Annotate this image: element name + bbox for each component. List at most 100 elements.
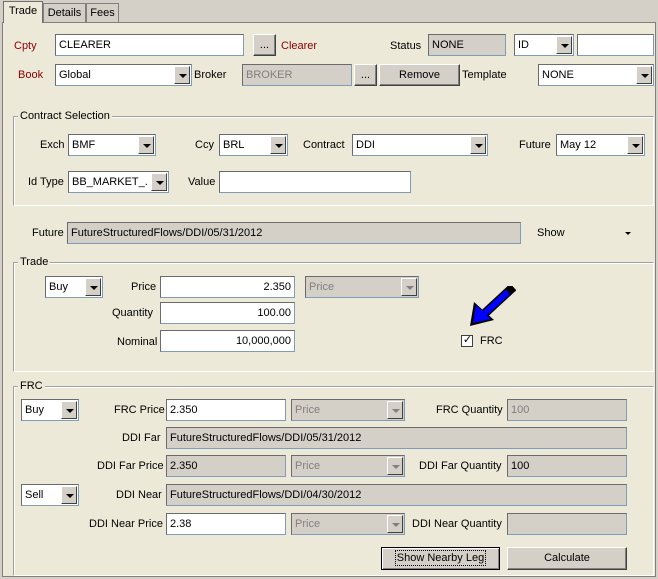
- chevron-down-icon: [85, 278, 101, 296]
- frc-checkbox[interactable]: ✓: [461, 334, 473, 347]
- contract-selection-title: Contract Selection: [18, 109, 112, 123]
- cpty-label: Cpty: [14, 40, 37, 52]
- tab-fees[interactable]: Fees: [86, 3, 119, 22]
- frc-quantity-label: FRC Quantity: [436, 404, 503, 416]
- broker-label: Broker: [194, 69, 227, 81]
- frc-price-label: FRC Price: [114, 404, 165, 416]
- chevron-down-icon: [151, 173, 167, 191]
- ddi-near-price-type-value: Price: [295, 518, 321, 530]
- contract-label: Contract: [303, 139, 345, 151]
- price-type-value: Price: [309, 281, 335, 293]
- future-select-label: Future: [519, 139, 551, 151]
- ddi-near-side-select[interactable]: Sell: [21, 484, 79, 506]
- chevron-down-icon: [387, 401, 403, 419]
- book-select[interactable]: Global: [55, 64, 192, 86]
- cpty-lookup-button[interactable]: ...: [253, 34, 276, 56]
- quantity-input[interactable]: 100.00: [160, 302, 295, 324]
- ddi-far-quantity-field: 100: [507, 455, 627, 477]
- market-id-type-select[interactable]: BB_MARKET_...: [68, 171, 169, 193]
- chevron-down-icon: [387, 457, 403, 475]
- tab-trade[interactable]: Trade: [3, 1, 43, 23]
- quantity-label: Quantity: [112, 307, 153, 319]
- nominal-input[interactable]: 10,000,000: [160, 330, 295, 352]
- trade-side-value: Buy: [49, 281, 68, 293]
- ddi-far-price-type-select[interactable]: Price: [291, 455, 405, 477]
- chevron-down-icon: [470, 136, 486, 154]
- template-select[interactable]: NONE: [538, 64, 654, 86]
- ddi-near-field: FutureStructuredFlows/DDI/04/30/2012: [166, 484, 627, 506]
- frc-price-input[interactable]: 2.350: [166, 399, 286, 421]
- nominal-label: Nominal: [117, 336, 158, 348]
- template-label: Template: [462, 69, 507, 81]
- ddi-near-price-input[interactable]: 2.38: [166, 513, 286, 535]
- chevron-down-icon: [627, 136, 643, 154]
- id-type-label: Id Type: [28, 176, 64, 188]
- future-value: May 12: [560, 139, 597, 151]
- ddi-near-price-label: DDI Near Price: [89, 518, 163, 530]
- ccy-select[interactable]: BRL: [219, 134, 288, 156]
- future-field: FutureStructuredFlows/DDI/05/31/2012: [67, 222, 521, 244]
- price-input[interactable]: 2.350: [160, 276, 295, 298]
- future-label: Future: [32, 227, 64, 239]
- tab-details[interactable]: Details: [43, 3, 86, 22]
- frc-side-value: Buy: [25, 404, 44, 416]
- market-id-type-value: BB_MARKET_...: [72, 176, 148, 188]
- book-label: Book: [18, 69, 44, 81]
- frc-price-type-value: Price: [295, 404, 321, 416]
- ccy-value: BRL: [223, 139, 245, 151]
- frc-quantity-field: 100: [507, 399, 627, 421]
- trade-title: Trade: [18, 255, 51, 269]
- show-nearby-leg-button[interactable]: Show Nearby Leg: [381, 547, 500, 570]
- ddi-far-quantity-label: DDI Far Quantity: [419, 460, 502, 472]
- id-type-select[interactable]: ID: [514, 34, 574, 56]
- id-input[interactable]: [577, 34, 654, 56]
- frc-price-type-select[interactable]: Price: [291, 399, 405, 421]
- chevron-down-icon: [401, 278, 417, 296]
- value-input[interactable]: [219, 171, 411, 193]
- exch-value: BMF: [72, 139, 96, 151]
- ddi-far-field: FutureStructuredFlows/DDI/05/31/2012: [166, 427, 627, 449]
- clearer-label: Clearer: [281, 40, 318, 52]
- chevron-down-icon: [138, 136, 154, 154]
- chevron-down-icon: [636, 66, 652, 84]
- ddi-far-price-field: 2.350: [166, 455, 286, 477]
- chevron-down-icon: [61, 486, 77, 504]
- contract-select[interactable]: DDI: [352, 134, 488, 156]
- trade-side-select[interactable]: Buy: [45, 276, 103, 298]
- cpty-input[interactable]: CLEARER: [55, 34, 244, 56]
- chevron-down-icon[interactable]: [625, 232, 631, 235]
- show-nearby-leg-label: Show Nearby Leg: [394, 550, 487, 566]
- ccy-label: Ccy: [195, 139, 214, 151]
- ddi-near-side-value: Sell: [25, 489, 44, 501]
- chevron-down-icon: [61, 401, 77, 419]
- check-icon: ✓: [462, 334, 473, 346]
- book-value: Global: [59, 69, 91, 81]
- frc-checkbox-label: FRC: [480, 335, 503, 347]
- annotation-arrow-icon: [470, 286, 516, 326]
- template-value: NONE: [542, 69, 574, 81]
- price-type-select[interactable]: Price: [305, 276, 419, 298]
- show-label[interactable]: Show: [537, 226, 565, 240]
- calculate-button[interactable]: Calculate: [507, 547, 627, 570]
- exch-select[interactable]: BMF: [68, 134, 156, 156]
- chevron-down-icon: [174, 66, 190, 84]
- broker-input[interactable]: BROKER: [242, 64, 352, 86]
- ddi-near-quantity-label: DDI Near Quantity: [412, 518, 502, 530]
- chevron-down-icon: [556, 36, 572, 54]
- ddi-far-price-type-value: Price: [295, 460, 321, 472]
- frc-side-select[interactable]: Buy: [21, 399, 79, 421]
- broker-lookup-button[interactable]: ...: [354, 64, 377, 86]
- exch-label: Exch: [40, 139, 65, 151]
- chevron-down-icon: [270, 136, 286, 154]
- status-label: Status: [390, 40, 422, 52]
- ddi-near-label: DDI Near: [116, 489, 162, 501]
- id-type-value: ID: [518, 39, 529, 51]
- remove-button[interactable]: Remove: [379, 64, 460, 86]
- future-select[interactable]: May 12: [556, 134, 645, 156]
- status-field: NONE: [428, 34, 506, 56]
- ddi-near-price-type-select[interactable]: Price: [291, 513, 405, 535]
- ddi-far-label: DDI Far: [122, 432, 161, 444]
- frc-title: FRC: [18, 379, 45, 393]
- contract-value: DDI: [356, 139, 375, 151]
- price-label: Price: [131, 281, 157, 293]
